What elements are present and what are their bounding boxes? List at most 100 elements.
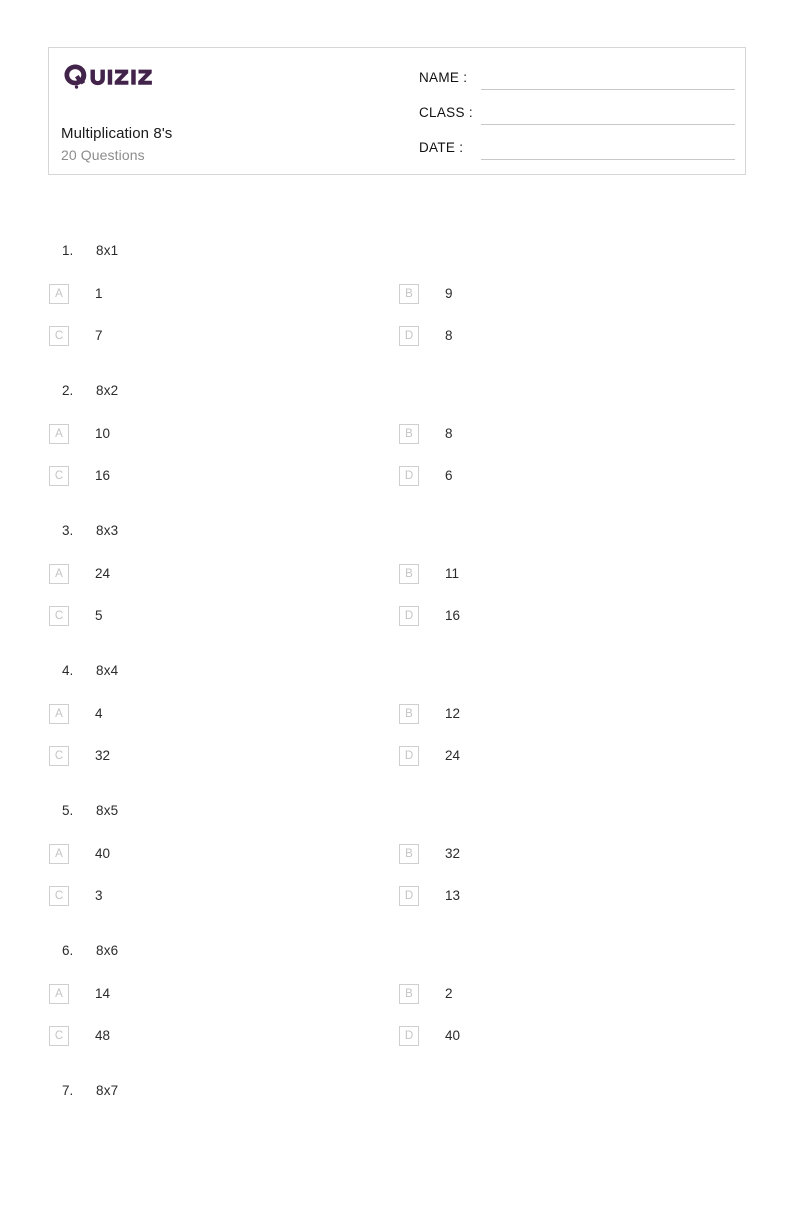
option-letter-box[interactable]: B: [399, 844, 419, 864]
question-block: 3. 8x3 A 24 B 11 C 5 D 16: [0, 518, 794, 658]
question-header: 7. 8x7: [0, 1078, 794, 1108]
question-block: 4. 8x4 A 4 B 12 C 32 D 24: [0, 658, 794, 798]
option-text: 8: [445, 426, 453, 441]
worksheet-page: Quizizz Multiplication 8's 20 Questions …: [0, 0, 794, 1123]
answer-option-row: A 40 B 32: [0, 844, 794, 886]
option-text: 11: [445, 566, 460, 581]
class-field-label: CLASS :: [419, 105, 473, 120]
option-letter-box[interactable]: C: [49, 466, 69, 486]
question-text: 8x2: [96, 383, 119, 398]
answer-option-row: A 1 B 9: [0, 284, 794, 326]
question-header: 1. 8x1: [0, 238, 794, 268]
answer-option-row: A 4 B 12: [0, 704, 794, 746]
option-text: 4: [95, 706, 103, 721]
option-letter-box[interactable]: B: [399, 564, 419, 584]
question-header: 5. 8x5: [0, 798, 794, 828]
answer-option-row: A 14 B 2: [0, 984, 794, 1026]
question-number: 7.: [62, 1083, 74, 1098]
question-text: 8x7: [96, 1083, 119, 1098]
option-letter-box[interactable]: D: [399, 326, 419, 346]
worksheet-title: Multiplication 8's: [61, 125, 173, 142]
class-field-input[interactable]: [481, 124, 735, 125]
question-number: 3.: [62, 523, 74, 538]
option-text: 6: [445, 468, 453, 483]
question-block: 6. 8x6 A 14 B 2 C 48 D 40: [0, 938, 794, 1078]
option-letter-box[interactable]: C: [49, 606, 69, 626]
question-number: 5.: [62, 803, 74, 818]
question-number: 6.: [62, 943, 74, 958]
question-text: 8x5: [96, 803, 119, 818]
option-letter-box[interactable]: A: [49, 844, 69, 864]
option-letter-box[interactable]: B: [399, 704, 419, 724]
option-text: 48: [95, 1028, 111, 1043]
answer-options: A 1 B 9 C 7 D 8: [0, 284, 794, 368]
question-text: 8x1: [96, 243, 119, 258]
option-letter-box[interactable]: D: [399, 886, 419, 906]
question-header: 4. 8x4: [0, 658, 794, 688]
option-letter-box[interactable]: B: [399, 984, 419, 1004]
answer-options: A 10 B 8 C 16 D 6: [0, 424, 794, 508]
answer-option-row: C 48 D 40: [0, 1026, 794, 1068]
worksheet-header-card: Quizizz Multiplication 8's 20 Questions …: [48, 47, 746, 175]
student-info-fields: NAME : CLASS : DATE :: [419, 66, 735, 171]
date-field-label: DATE :: [419, 140, 464, 155]
option-text: 12: [445, 706, 461, 721]
option-text: 40: [445, 1028, 461, 1043]
option-letter-box[interactable]: A: [49, 704, 69, 724]
option-text: 16: [445, 608, 461, 623]
date-field-input[interactable]: [481, 159, 735, 160]
question-header: 6. 8x6: [0, 938, 794, 968]
name-field-label: NAME :: [419, 70, 468, 85]
name-field-row: NAME :: [419, 66, 735, 101]
option-letter-box[interactable]: C: [49, 886, 69, 906]
answer-option-row: C 16 D 6: [0, 466, 794, 508]
question-block: 1. 8x1 A 1 B 9 C 7 D 8: [0, 238, 794, 378]
answer-option-row: C 5 D 16: [0, 606, 794, 648]
option-letter-box[interactable]: C: [49, 1026, 69, 1046]
answer-options: A 14 B 2 C 48 D 40: [0, 984, 794, 1068]
answer-option-row: A 10 B 8: [0, 424, 794, 466]
option-letter-box[interactable]: A: [49, 564, 69, 584]
option-letter-box[interactable]: A: [49, 284, 69, 304]
answer-options: A 24 B 11 C 5 D 16: [0, 564, 794, 648]
name-field-input[interactable]: [481, 89, 735, 90]
answer-option-row: C 3 D 13: [0, 886, 794, 928]
question-number: 4.: [62, 663, 74, 678]
answer-options: A 40 B 32 C 3 D 13: [0, 844, 794, 928]
answer-option-row: A 24 B 11: [0, 564, 794, 606]
question-block: 5. 8x5 A 40 B 32 C 3 D 13: [0, 798, 794, 938]
option-letter-box[interactable]: A: [49, 984, 69, 1004]
question-header: 2. 8x2: [0, 378, 794, 408]
option-letter-box[interactable]: D: [399, 1026, 419, 1046]
option-text: 8: [445, 328, 453, 343]
question-text: 8x3: [96, 523, 119, 538]
answer-options: A 4 B 12 C 32 D 24: [0, 704, 794, 788]
option-text: 32: [95, 748, 111, 763]
date-field-row: DATE :: [419, 136, 735, 171]
answer-option-row: C 7 D 8: [0, 326, 794, 368]
quizizz-logo: [63, 63, 401, 89]
option-text: 24: [95, 566, 111, 581]
question-block: 7. 8x7: [0, 1078, 794, 1218]
option-text: 13: [445, 888, 461, 903]
question-text: 8x6: [96, 943, 119, 958]
option-letter-box[interactable]: B: [399, 284, 419, 304]
option-letter-box[interactable]: B: [399, 424, 419, 444]
option-letter-box[interactable]: A: [49, 424, 69, 444]
option-letter-box[interactable]: D: [399, 746, 419, 766]
option-text: 9: [445, 286, 453, 301]
option-text: 32: [445, 846, 461, 861]
option-letter-box[interactable]: C: [49, 746, 69, 766]
answer-option-row: C 32 D 24: [0, 746, 794, 788]
worksheet-question-count: 20 Questions: [61, 147, 145, 163]
class-field-row: CLASS :: [419, 101, 735, 136]
option-text: 16: [95, 468, 111, 483]
question-number: 1.: [62, 243, 74, 258]
option-letter-box[interactable]: D: [399, 606, 419, 626]
question-header: 3. 8x3: [0, 518, 794, 548]
option-letter-box[interactable]: D: [399, 466, 419, 486]
option-text: 5: [95, 608, 103, 623]
option-text: 3: [95, 888, 103, 903]
option-text: 2: [445, 986, 453, 1001]
option-letter-box[interactable]: C: [49, 326, 69, 346]
